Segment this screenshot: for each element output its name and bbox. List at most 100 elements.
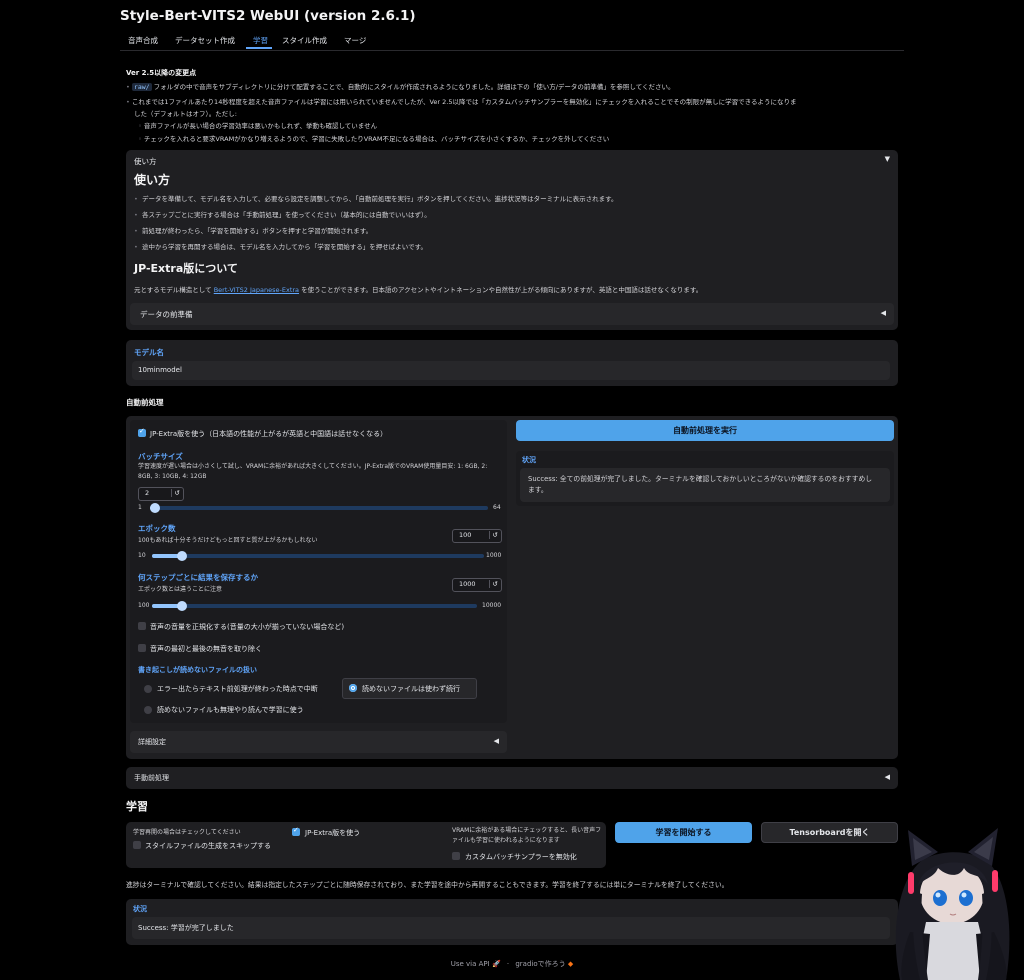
batch-size-label: バッチサイズ <box>138 452 183 461</box>
save-every-slider-thumb[interactable] <box>176 601 187 611</box>
radio-force-label: 読めないファイルも無理やり読んで学習に使う <box>157 706 304 714</box>
page-title: Style-Bert-VITS2 WebUI (version 2.6.1) <box>120 8 416 24</box>
tensorboard-button[interactable]: Tensorboardを開く <box>761 822 898 843</box>
notice-sub-2: ◦ チェックを入れると要求VRAMがかなり増えるようので、学習に失敗したりVRA… <box>138 135 610 143</box>
radio-abort[interactable] <box>144 685 152 693</box>
status-label: 状況 <box>522 456 536 464</box>
batch-size-input[interactable]: 2 ↺ <box>138 487 184 501</box>
expand-triangle-icon[interactable]: ◀ <box>885 773 890 781</box>
jp-extra-checkbox[interactable]: ✓ <box>138 427 146 437</box>
skip-style-checkbox[interactable] <box>133 841 141 849</box>
manual-preprocess-accordion[interactable]: 手動前処理 ◀ <box>126 767 898 789</box>
reset-icon[interactable]: ↺ <box>488 580 498 588</box>
training-status-text: Success: 学習が完了しました <box>138 924 234 932</box>
code-raw: raw/ <box>131 83 152 91</box>
training-options: 学習再開の場合はチェックしてください スタイルファイルの生成をスキップする ✓ … <box>126 822 606 868</box>
auto-preprocess-status: 状況 Success: 全ての前処理が完了しました。ターミナルを確認しておかしい… <box>516 451 894 506</box>
batch-size-slider-thumb[interactable] <box>150 503 161 513</box>
radio-skip-option[interactable]: 読めないファイルは使わず続行 <box>342 678 477 699</box>
tab-dataset[interactable]: データセット作成 <box>175 35 235 46</box>
usage-heading: 使い方 <box>134 173 171 187</box>
start-training-button[interactable]: 学習を開始する <box>615 822 752 843</box>
use-via-api-link[interactable]: Use via API <box>451 960 490 968</box>
jp-extra-link[interactable]: Bert-VITS2 Japanese-Extra <box>214 286 299 294</box>
training-status-box: Success: 学習が完了しました <box>132 917 890 939</box>
trim-checkbox[interactable] <box>138 644 146 652</box>
model-name-input[interactable]: 10minmodel <box>132 361 890 380</box>
save-every-label: 何ステップごとに結果を保存するか <box>138 573 258 582</box>
reset-icon[interactable]: ↺ <box>170 489 180 497</box>
notice-heading: Ver 2.5以降の変更点 <box>126 69 197 77</box>
data-prep-label: データの前準備 <box>140 310 193 319</box>
auto-preprocess-panel: ✓ JP-Extra版を使う（日本語の性能が上がるが英語と中国語は話せなくなる）… <box>126 416 898 759</box>
jp-extra-heading: JP-Extra版について <box>134 262 238 275</box>
save-every-info: エポック数とは違うことに注意 <box>138 586 223 593</box>
save-every-min: 100 <box>138 602 150 609</box>
usage-item-1: • データを準備して、モデル名を入力して、必要なら設定を調整してから、「自動前処… <box>134 195 618 203</box>
usage-accordion: 使い方 ▼ 使い方 • データを準備して、モデル名を入力して、必要なら設定を調整… <box>126 150 898 330</box>
advanced-label: 詳細設定 <box>138 738 166 746</box>
batch-size-max: 64 <box>493 504 501 511</box>
status-text: Success: 全ての前処理が完了しました。ターミナルを確認しておかしいところ… <box>528 475 873 494</box>
usage-accordion-label[interactable]: 使い方 <box>134 156 157 167</box>
run-auto-preprocess-button[interactable]: 自動前処理を実行 <box>516 420 894 441</box>
tab-tts[interactable]: 音声合成 <box>128 35 158 46</box>
reset-icon[interactable]: ↺ <box>488 531 498 539</box>
unreadable-label: 書き起こしが読めないファイルの扱い <box>138 666 257 674</box>
notice-bullet-1: • raw/ フォルダの中で音声をサブディレクトリに分けて配置することで、自動的… <box>126 83 675 91</box>
save-every-slider[interactable] <box>152 604 477 608</box>
epochs-max: 1000 <box>486 552 502 559</box>
collapse-triangle-icon[interactable]: ▼ <box>885 155 890 163</box>
preprocess-settings: ✓ JP-Extra版を使う（日本語の性能が上がるが英語と中国語は話せなくなる）… <box>130 420 507 723</box>
character-illustration <box>895 828 1010 980</box>
usage-item-3: • 前処理が終わったら、「学習を開始する」ボタンを押すと学習が開始されます。 <box>134 227 373 235</box>
batch-size-info: 学習速度が遅い場合は小さくして試し、VRAMに余裕があれば大きくしてください。J… <box>138 463 488 480</box>
tab-train-underline <box>246 47 272 49</box>
trim-label: 音声の最初と最後の無音を取り除く <box>150 645 262 653</box>
usage-item-4: • 途中から学習を再開する場合は、モデル名を入力してから「学習を開始する」を押せ… <box>134 243 427 251</box>
gradio-link[interactable]: gradioで作ろう <box>515 960 565 968</box>
resume-info: 学習再開の場合はチェックしてください <box>133 829 241 836</box>
model-name-label: モデル名 <box>134 348 164 357</box>
custom-batch-checkbox[interactable] <box>452 852 460 860</box>
save-every-input[interactable]: 1000 ↺ <box>452 578 502 592</box>
custom-batch-label: カスタムバッチサンプラーを無効化 <box>465 853 577 861</box>
epochs-min: 10 <box>138 552 146 559</box>
radio-skip-label: 読めないファイルは使わず続行 <box>362 685 460 693</box>
epochs-input[interactable]: 100 ↺ <box>452 529 502 543</box>
tab-style[interactable]: スタイル作成 <box>282 35 327 46</box>
model-name-block: モデル名 10minmodel <box>126 340 898 386</box>
expand-triangle-icon[interactable]: ◀ <box>494 737 499 745</box>
jp-extra-text: 元とするモデル構造として Bert-VITS2 Japanese-Extra を… <box>134 286 703 294</box>
tab-bar: 音声合成 データセット作成 学習 スタイル作成 マージ <box>120 32 904 51</box>
save-every-max: 10000 <box>482 602 502 609</box>
training-status-label: 状況 <box>133 905 147 913</box>
radio-force[interactable] <box>144 706 152 714</box>
manual-preprocess-label: 手動前処理 <box>134 774 169 782</box>
skip-style-label: スタイルファイルの生成をスキップする <box>145 842 271 850</box>
rocket-icon: 🚀 <box>491 960 501 968</box>
vram-info: VRAMに余裕がある場合にチェックすると、長い音声ファイルも学習に使われるように… <box>452 827 602 844</box>
tab-train[interactable]: 学習 <box>253 35 268 46</box>
epochs-slider-thumb[interactable] <box>177 551 188 561</box>
batch-size-min: 1 <box>138 504 142 511</box>
training-status: 状況 Success: 学習が完了しました <box>126 899 898 945</box>
status-text-box: Success: 全ての前処理が完了しました。ターミナルを確認しておかしいところ… <box>520 468 890 502</box>
batch-size-slider[interactable] <box>150 506 488 510</box>
radio-abort-label: エラー出たらテキスト前処理が終わった時点で中断 <box>157 685 318 693</box>
normalize-checkbox[interactable] <box>138 622 146 630</box>
jp-extra-label: JP-Extra版を使う（日本語の性能が上がるが英語と中国語は話せなくなる） <box>150 430 388 438</box>
epochs-slider[interactable] <box>152 554 484 558</box>
gradio-logo-icon: ◆ <box>567 960 574 968</box>
train-jp-extra-label: JP-Extra版を使う <box>305 829 361 837</box>
expand-triangle-icon[interactable]: ◀ <box>881 309 886 317</box>
radio-skip[interactable] <box>349 684 357 692</box>
tab-merge[interactable]: マージ <box>344 35 366 46</box>
advanced-accordion[interactable]: 詳細設定 ◀ <box>130 731 507 753</box>
normalize-label: 音声の音量を正規化する(音量の大小が揃っていない場合など) <box>150 623 345 631</box>
training-note: 進捗はターミナルで確認してください。結果は指定したステップごとに随時保存されてお… <box>126 881 729 889</box>
train-jp-extra-checkbox[interactable]: ✓ <box>292 826 300 836</box>
data-prep-accordion[interactable]: データの前準備 ◀ <box>130 303 894 325</box>
usage-item-2: • 各ステップごとに実行する場合は「手動前処理」を使ってください（基本的には自動… <box>134 211 431 219</box>
notice-sub-1: ◦ 音声ファイルが長い場合の学習効率は悪いかもしれず、挙動も確認していません <box>138 122 378 130</box>
